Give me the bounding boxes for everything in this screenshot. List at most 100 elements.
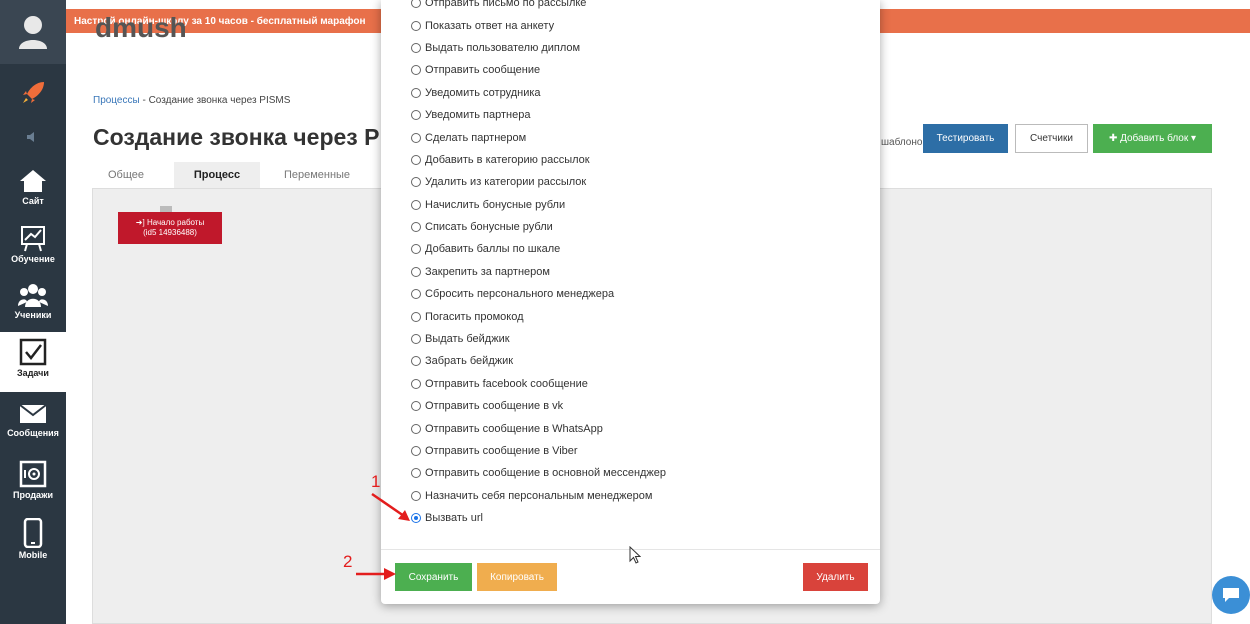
rocket-icon <box>23 82 44 103</box>
start-block-title: Начало работы <box>146 218 205 227</box>
option-send-mailing[interactable]: Отправить письмо по рассылке <box>411 0 666 14</box>
option-label: Начислить бонусные рубли <box>425 198 566 211</box>
option-take-badge[interactable]: Забрать бейджик <box>411 350 666 372</box>
option-notify-partner[interactable]: Уведомить партнера <box>411 104 666 126</box>
radio-button[interactable] <box>411 266 421 277</box>
radio-button[interactable] <box>411 356 421 367</box>
rocket-button[interactable] <box>0 66 66 120</box>
radio-button[interactable] <box>411 446 421 456</box>
option-assign-self-manager[interactable]: Назначить себя персональным менеджером <box>411 485 666 507</box>
annotation-arrow-1-icon <box>371 492 410 521</box>
start-block[interactable]: ➜] Начало работы (id5 14936488) <box>118 212 222 244</box>
sidebar-item-messages[interactable]: Сообщения <box>0 396 66 454</box>
breadcrumb-processes-link[interactable]: Процессы <box>93 95 140 106</box>
user-avatar[interactable] <box>0 0 66 64</box>
radio-button[interactable] <box>411 154 421 165</box>
option-label: Удалить из категории рассылок <box>425 176 587 189</box>
annotation-step-1: 1 <box>371 472 381 491</box>
option-label: Сделать партнером <box>425 131 527 144</box>
radio-button[interactable] <box>411 42 421 53</box>
radio-button[interactable] <box>411 289 421 300</box>
breadcrumb-current: Создание звонка через PISMS <box>148 95 291 106</box>
sidebar-item-label: Сообщения <box>7 428 59 438</box>
action-type-modal: Отправить письмо по рассылке Показать от… <box>381 0 880 604</box>
tab-process[interactable]: Процесс <box>174 162 260 188</box>
option-show-survey-answer[interactable]: Показать ответ на анкету <box>411 14 666 36</box>
sidebar-item-label: Обучение <box>11 254 55 264</box>
radio-button[interactable] <box>411 110 421 121</box>
radio-button[interactable] <box>411 244 421 255</box>
option-reset-manager[interactable]: Сбросить персонального менеджера <box>411 283 666 305</box>
radio-button[interactable] <box>411 65 421 76</box>
radio-button[interactable] <box>411 20 421 31</box>
safe-icon <box>19 460 47 488</box>
option-send-facebook[interactable]: Отправить facebook сообщение <box>411 373 666 395</box>
copy-button[interactable]: Копировать <box>477 563 557 591</box>
option-redeem-promo[interactable]: Погасить промокод <box>411 305 666 327</box>
radio-button[interactable] <box>411 334 421 345</box>
option-notify-employee[interactable]: Уведомить сотрудника <box>411 82 666 104</box>
option-label: Добавить баллы по шкале <box>425 243 561 256</box>
radio-button[interactable] <box>411 199 421 210</box>
radio-button[interactable] <box>411 423 421 434</box>
sound-toggle[interactable] <box>0 122 66 152</box>
option-send-whatsapp[interactable]: Отправить сообщение в WhatsApp <box>411 417 666 439</box>
sidebar-item-students[interactable]: Ученики <box>0 276 66 334</box>
speaker-icon <box>27 132 34 142</box>
option-label: Выдать бейджик <box>425 333 510 346</box>
option-send-main-messenger[interactable]: Отправить сообщение в основной мессендже… <box>411 462 666 484</box>
radio-button[interactable] <box>411 468 421 479</box>
option-make-partner[interactable]: Сделать партнером <box>411 126 666 148</box>
option-label: Закрепить за партнером <box>425 265 550 278</box>
add-block-label: Добавить блок <box>1120 133 1189 144</box>
radio-button[interactable] <box>411 378 421 389</box>
caret-down-icon: ▾ <box>1191 133 1197 144</box>
start-block-id: (id5 14936488) <box>143 228 197 237</box>
sidebar-item-mobile[interactable]: Mobile <box>0 512 66 570</box>
envelope-icon <box>19 404 47 423</box>
option-accrue-bonus[interactable]: Начислить бонусные рубли <box>411 194 666 216</box>
option-label: Отправить facebook сообщение <box>425 377 588 390</box>
option-label: Выдать пользователю диплом <box>425 41 581 54</box>
save-button[interactable]: Сохранить <box>395 563 472 591</box>
counters-button[interactable]: Счетчики <box>1015 124 1088 153</box>
add-block-button[interactable]: ✚ Добавить блок ▾ <box>1093 124 1212 153</box>
sidebar-item-sales[interactable]: Продажи <box>0 454 66 512</box>
chat-widget-button[interactable] <box>1212 576 1250 614</box>
option-label: Забрать бейджик <box>425 355 514 368</box>
option-send-message[interactable]: Отправить сообщение <box>411 59 666 81</box>
tab-general[interactable]: Общее <box>92 162 160 188</box>
sidebar-item-label: Сайт <box>22 196 44 206</box>
option-label: Отправить сообщение в Viber <box>425 445 578 457</box>
radio-button[interactable] <box>411 0 421 9</box>
option-add-to-mailing-category[interactable]: Добавить в категорию рассылок <box>411 149 666 171</box>
option-deduct-bonus[interactable]: Списать бонусные рубли <box>411 216 666 238</box>
user-icon <box>19 16 47 49</box>
option-label: Погасить промокод <box>425 310 524 323</box>
radio-button[interactable] <box>411 222 421 233</box>
radio-button[interactable] <box>411 87 421 98</box>
option-issue-badge[interactable]: Выдать бейджик <box>411 328 666 350</box>
chart-board-icon <box>21 226 45 252</box>
breadcrumb: Процессы - Создание звонка через PISMS <box>93 95 290 106</box>
option-assign-to-partner[interactable]: Закрепить за партнером <box>411 261 666 283</box>
option-call-url[interactable]: Вызвать url <box>411 507 666 529</box>
option-remove-from-mailing-category[interactable]: Удалить из категории рассылок <box>411 171 666 193</box>
delete-button[interactable]: Удалить <box>803 563 868 591</box>
sidebar-item-site[interactable]: Сайт <box>0 162 66 220</box>
option-send-vk[interactable]: Отправить сообщение в vk <box>411 395 666 417</box>
test-button[interactable]: Тестировать <box>923 124 1008 153</box>
option-label: Отправить письмо по рассылке <box>425 0 587 10</box>
option-add-scale-points[interactable]: Добавить баллы по шкале <box>411 238 666 260</box>
action-options-list: Отправить письмо по рассылке Показать от… <box>411 0 666 529</box>
option-issue-diploma[interactable]: Выдать пользователю диплом <box>411 37 666 59</box>
tab-variables[interactable]: Переменные <box>272 162 362 188</box>
users-icon <box>18 284 48 307</box>
radio-button[interactable] <box>411 177 421 188</box>
sidebar-item-tasks[interactable]: Задачи <box>0 332 66 392</box>
sidebar-item-learning[interactable]: Обучение <box>0 218 66 276</box>
radio-button[interactable] <box>411 132 421 143</box>
radio-button[interactable] <box>411 401 421 412</box>
radio-button[interactable] <box>411 311 421 322</box>
option-send-viber[interactable]: Отправить сообщение в Viber <box>411 440 666 462</box>
